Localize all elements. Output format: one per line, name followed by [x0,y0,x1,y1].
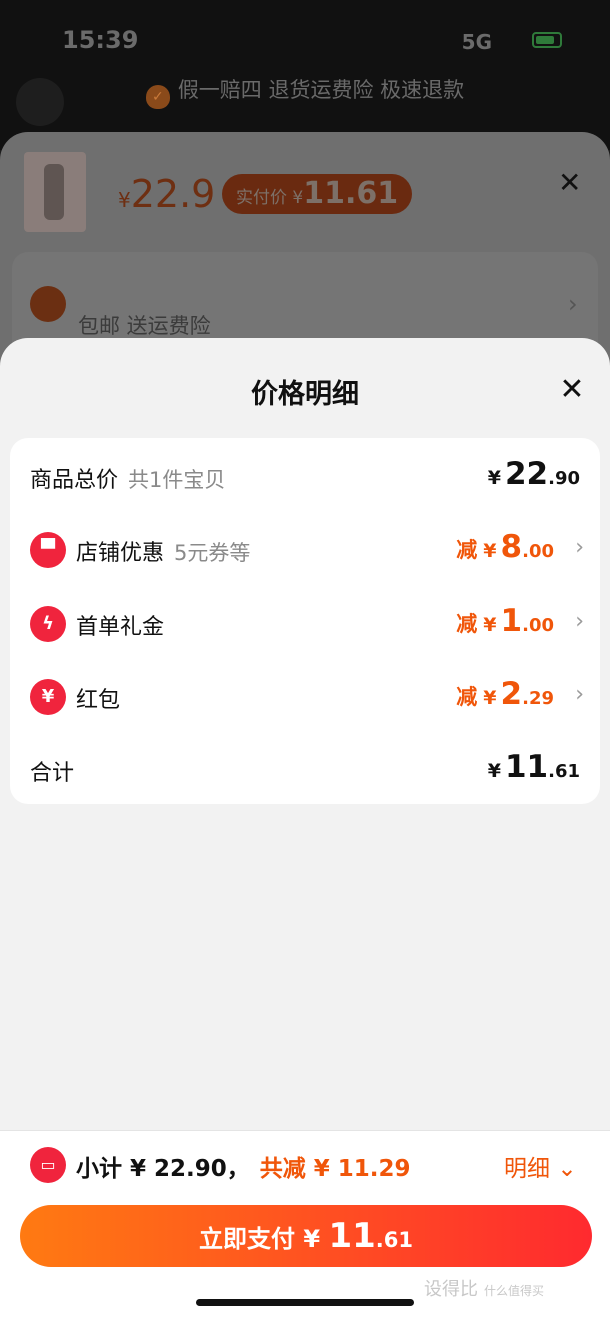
subtotal-text: 小计 ¥ 22.90， [76,1156,250,1182]
goods-total-amount: ¥22.90 [488,456,580,492]
pay-integer: 11 [328,1216,376,1256]
guarantee-text: 假一赔四 退货运费险 极速退款 [177,78,465,102]
coupon-text: 5元券等 [174,541,251,565]
item-count-text: 共1件宝贝 [128,468,226,492]
row-goods-total: 商品总价 共1件宝贝 ¥22.90 [10,446,600,506]
yen-symbol: ¥ [487,467,501,489]
checkout-bar: ▭ 小计 ¥ 22.90， 共减 ¥ 11.29 明细 ⌄ 立即支付 ¥ 11.6… [0,1130,610,1320]
pay-label: 立即支付 ¥ [199,1225,321,1253]
network-label: 5G [461,30,492,54]
chevron-right-icon: › [575,535,584,560]
row-store-discount[interactable]: ▀ 店铺优惠 5元券等 减 ¥8.00 › [10,519,600,579]
status-time: 15:39 [62,26,139,54]
store-discount-label: 店铺优惠 [76,541,165,566]
total-label: 合计 [30,761,75,786]
price-detail-card: 商品总价 共1件宝贝 ¥22.90 ▀ 店铺优惠 5元券等 减 ¥8.00 › ϟ 首… [10,438,600,804]
total-amount: ¥11.61 [488,749,580,785]
watermark-sub: 什么值得买 [484,1284,545,1298]
goods-total-label: 商品总价 [30,468,119,493]
home-indicator [196,1299,414,1306]
yen-symbol: ¥ [483,540,497,562]
sku-close-icon[interactable]: ✕ [558,166,581,199]
row-label: 商品总价 共1件宝贝 [30,462,225,494]
location-pin-icon [30,286,66,322]
row-label: 店铺优惠 5元券等 [76,535,250,567]
shield-icon: ✓ [145,85,170,109]
product-price: ¥22.9 [118,172,215,216]
first-order-gift-label: 首单礼金 [76,615,165,640]
detail-toggle[interactable]: 明细 ⌄ [504,1149,577,1183]
product-price-value: 22.9 [130,172,216,216]
amount-decimal: .00 [522,541,554,562]
yen-symbol: ¥ [487,760,501,782]
red-packet-amount: 减 ¥2.29 [456,676,554,712]
lightning-icon: ϟ [30,606,66,642]
amount-integer: 1 [500,603,523,639]
first-order-gift-amount: 减 ¥1.00 [456,603,554,639]
yen-symbol: ¥ [483,687,497,709]
chevron-right-icon: › [575,609,584,634]
deduct-label: 减 [456,685,478,709]
amount-integer: 2 [500,676,523,712]
subtotal-summary: 小计 ¥ 22.90， 共减 ¥ 11.29 [76,1149,411,1183]
store-discount-amount: 减 ¥8.00 [456,529,554,565]
deduct-label: 减 [456,612,478,636]
pay-now-button[interactable]: 立即支付 ¥ 11.61 [20,1205,592,1267]
amount-decimal: .00 [522,615,554,636]
shipping-chevron-icon: › [568,290,578,318]
watermark: 设得比 什么值得买 [424,1275,544,1301]
actual-pay-label: 实付价 ¥ [236,188,304,208]
product-thumbnail [24,152,86,232]
guarantee-banner: ✓ 假一赔四 退货运费险 极速退款 [0,74,610,109]
actual-pay-badge: 实付价 ¥11.61 [222,174,413,214]
red-packet-icon: ¥ [30,679,66,715]
row-red-packet[interactable]: ¥ 红包 减 ¥2.29 › [10,666,600,726]
battery-icon [532,32,562,48]
chevron-down-icon: ⌄ [557,1156,577,1182]
red-packet-label: 红包 [76,688,121,713]
ticket-icon: ▭ [30,1147,66,1183]
status-bar: 15:39 5G [62,26,562,58]
row-first-order-gift[interactable]: ϟ 首单礼金 减 ¥1.00 › [10,593,600,653]
amount-integer: 22 [504,456,549,492]
product-price-yen: ¥ [118,188,131,212]
amount-decimal: .29 [522,688,554,709]
chevron-right-icon: › [575,682,584,707]
amount-decimal: .61 [548,761,580,782]
row-total: 合计 ¥11.61 [10,739,600,799]
watermark-text: 设得比 [424,1279,478,1300]
actual-pay-value: 11.61 [303,176,399,211]
amount-integer: 11 [504,749,549,785]
close-icon[interactable]: ✕ [552,370,592,410]
pay-decimal: .61 [375,1228,413,1252]
store-icon: ▀ [30,532,66,568]
detail-label: 明细 [504,1156,550,1182]
shipping-text: 包邮 送运费险 [78,314,211,338]
deduct-label: 减 [456,538,478,562]
amount-integer: 8 [500,529,523,565]
amount-decimal: .90 [548,468,580,489]
price-detail-title: 价格明细 [251,379,359,410]
yen-symbol: ¥ [483,614,497,636]
saving-text: 共减 ¥ 11.29 [259,1156,411,1182]
